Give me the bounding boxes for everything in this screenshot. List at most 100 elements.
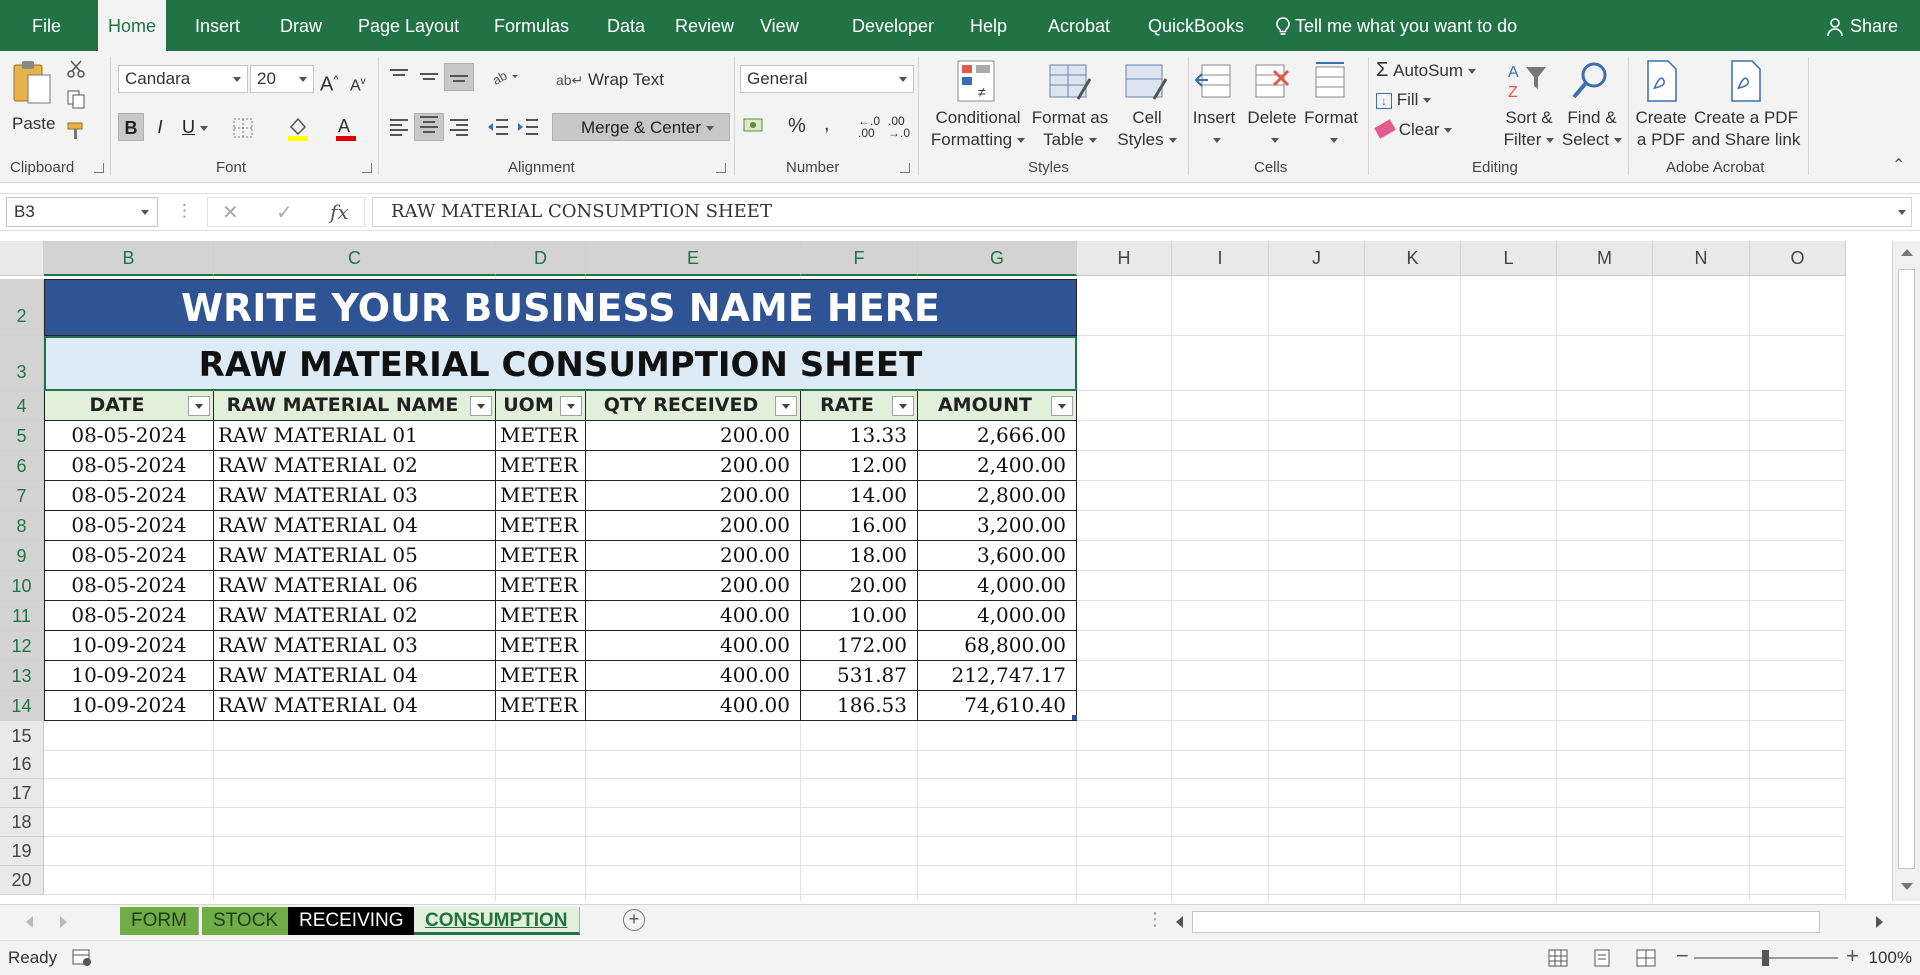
zoom-in-button[interactable]: + — [1846, 943, 1859, 969]
decrease-indent-icon[interactable] — [486, 117, 510, 137]
font-size-select[interactable]: 20 — [250, 65, 314, 93]
cell-d8[interactable]: METER — [496, 511, 586, 541]
increase-decimal-button[interactable]: ←.0.00 — [858, 115, 880, 139]
column-header-e[interactable]: E — [586, 241, 801, 276]
orientation-icon[interactable]: ab — [490, 67, 520, 87]
bold-button[interactable]: B — [118, 113, 144, 141]
conditional-formatting-icon[interactable]: ≠ — [956, 59, 996, 103]
cell-e9[interactable]: 200.00 — [586, 541, 801, 571]
cell-d5[interactable]: METER — [496, 421, 586, 451]
column-header-g[interactable]: G — [918, 241, 1077, 276]
cell-g8[interactable]: 3,200.00 — [918, 511, 1077, 541]
business-name-cell[interactable]: WRITE YOUR BUSINESS NAME HERE — [44, 279, 1077, 336]
conditional-formatting-button[interactable]: Conditional Formatting — [928, 107, 1028, 151]
zoom-slider-thumb[interactable] — [1762, 950, 1769, 966]
row-header-17[interactable]: 17 — [0, 779, 44, 808]
column-header-d[interactable]: D — [496, 241, 586, 276]
underline-button[interactable]: U — [176, 113, 214, 141]
filter-dropdown-icon[interactable] — [470, 396, 492, 416]
page-break-view-icon[interactable] — [1636, 949, 1656, 967]
cell-g5[interactable]: 2,666.00 — [918, 421, 1077, 451]
tell-me-search[interactable]: Tell me what you want to do — [1275, 0, 1517, 51]
cell-g7[interactable]: 2,800.00 — [918, 481, 1077, 511]
cell-e12[interactable]: 400.00 — [586, 631, 801, 661]
vertical-scroll-thumb[interactable] — [1898, 269, 1915, 869]
tabs-splitter-icon[interactable]: ⋮ — [1146, 909, 1164, 930]
formula-input[interactable]: RAW MATERIAL CONSUMPTION SHEET — [372, 197, 1912, 227]
cell-b12[interactable]: 10-09-2024 — [44, 631, 214, 661]
menu-tab-developer[interactable]: Developer — [842, 0, 944, 51]
column-header-a[interactable] — [36, 241, 44, 276]
number-launcher[interactable] — [900, 163, 910, 173]
row-header-13[interactable]: 13 — [0, 661, 44, 691]
sort-filter-button[interactable]: Sort & Filter — [1500, 107, 1558, 151]
row-header-16[interactable]: 16 — [0, 750, 44, 779]
cell-b7[interactable]: 08-05-2024 — [44, 481, 214, 511]
spreadsheet-grid[interactable]: BCDEFGHIJKLMNO 2 3 4 5 6 7 8 9 10 11 12 13 14 15 16 17 1… — [0, 241, 1920, 901]
create-pdf-icon[interactable] — [1644, 59, 1680, 103]
cell-d7[interactable]: METER — [496, 481, 586, 511]
cell-d6[interactable]: METER — [496, 451, 586, 481]
cell-f5[interactable]: 13.33 — [801, 421, 918, 451]
cell-g12[interactable]: 68,800.00 — [918, 631, 1077, 661]
row-header-7[interactable]: 7 — [0, 481, 44, 511]
cell-g13[interactable]: 212,747.17 — [918, 661, 1077, 691]
menu-tab-home[interactable]: Home — [98, 0, 167, 51]
cell-b13[interactable]: 10-09-2024 — [44, 661, 214, 691]
number-format-select[interactable]: General — [740, 65, 914, 93]
cell-c13[interactable]: RAW MATERIAL 04 — [214, 661, 496, 691]
column-header-n[interactable]: N — [1653, 241, 1750, 276]
insert-cells-icon[interactable] — [1194, 61, 1234, 101]
cell-d9[interactable]: METER — [496, 541, 586, 571]
align-left-icon[interactable] — [388, 117, 410, 137]
enter-icon[interactable]: ✓ — [276, 200, 293, 225]
cell-g11[interactable]: 4,000.00 — [918, 601, 1077, 631]
row-header-14[interactable]: 14 — [0, 691, 44, 721]
cell-d12[interactable]: METER — [496, 631, 586, 661]
cell-e6[interactable]: 200.00 — [586, 451, 801, 481]
cell-b11[interactable]: 08-05-2024 — [44, 601, 214, 631]
row-header-4[interactable]: 4 — [0, 391, 44, 421]
zoom-out-button[interactable]: − — [1676, 943, 1689, 969]
column-header-c[interactable]: C — [214, 241, 496, 276]
fill-color-icon[interactable] — [286, 115, 310, 141]
macro-record-icon[interactable] — [72, 949, 92, 967]
row-header-5[interactable]: 5 — [0, 421, 44, 451]
format-cells-icon[interactable] — [1310, 61, 1350, 101]
cell-b6[interactable]: 08-05-2024 — [44, 451, 214, 481]
hscroll-right-icon[interactable] — [1876, 916, 1883, 928]
align-center-button[interactable] — [414, 113, 444, 141]
row-header-6[interactable]: 6 — [0, 451, 44, 481]
format-as-table-icon[interactable] — [1048, 59, 1092, 103]
row-header-11[interactable]: 11 — [0, 601, 44, 631]
row-header-18[interactable]: 18 — [0, 808, 44, 837]
table-header-uom[interactable]: UOM — [496, 391, 586, 421]
cell-styles-button[interactable]: Cell Styles — [1112, 107, 1182, 151]
cell-e13[interactable]: 400.00 — [586, 661, 801, 691]
filter-dropdown-icon[interactable] — [560, 396, 582, 416]
filter-dropdown-icon[interactable] — [892, 396, 914, 416]
sheet-tab-stock[interactable]: STOCK — [202, 907, 291, 935]
column-header-m[interactable]: M — [1557, 241, 1653, 276]
cell-b14[interactable]: 10-09-2024 — [44, 691, 214, 721]
hscroll-left-icon[interactable] — [1176, 916, 1183, 928]
insert-function-icon[interactable]: fx — [330, 200, 349, 224]
filter-dropdown-icon[interactable] — [1051, 396, 1073, 416]
percent-style-button[interactable]: % — [788, 115, 806, 137]
comma-style-button[interactable]: , — [824, 113, 830, 135]
cell-f14[interactable]: 186.53 — [801, 691, 918, 721]
cell-f7[interactable]: 14.00 — [801, 481, 918, 511]
format-cells-button[interactable]: Format — [1302, 107, 1360, 151]
cell-e5[interactable]: 200.00 — [586, 421, 801, 451]
table-header-qty-received[interactable]: QTY RECEIVED — [586, 391, 801, 421]
italic-button[interactable]: I — [148, 113, 172, 141]
row-header-20[interactable]: 20 — [0, 866, 44, 895]
sort-filter-icon[interactable]: AZ — [1506, 59, 1550, 103]
copy-icon[interactable] — [66, 89, 86, 109]
menu-tab-quickbooks[interactable]: QuickBooks — [1138, 0, 1254, 51]
tab-scroll-right-icon[interactable] — [60, 916, 67, 928]
table-header-amount[interactable]: AMOUNT — [918, 391, 1077, 421]
new-sheet-button[interactable]: + — [623, 909, 645, 931]
paste-button[interactable]: Paste — [10, 59, 58, 141]
zoom-percent[interactable]: 100% — [1869, 941, 1912, 975]
